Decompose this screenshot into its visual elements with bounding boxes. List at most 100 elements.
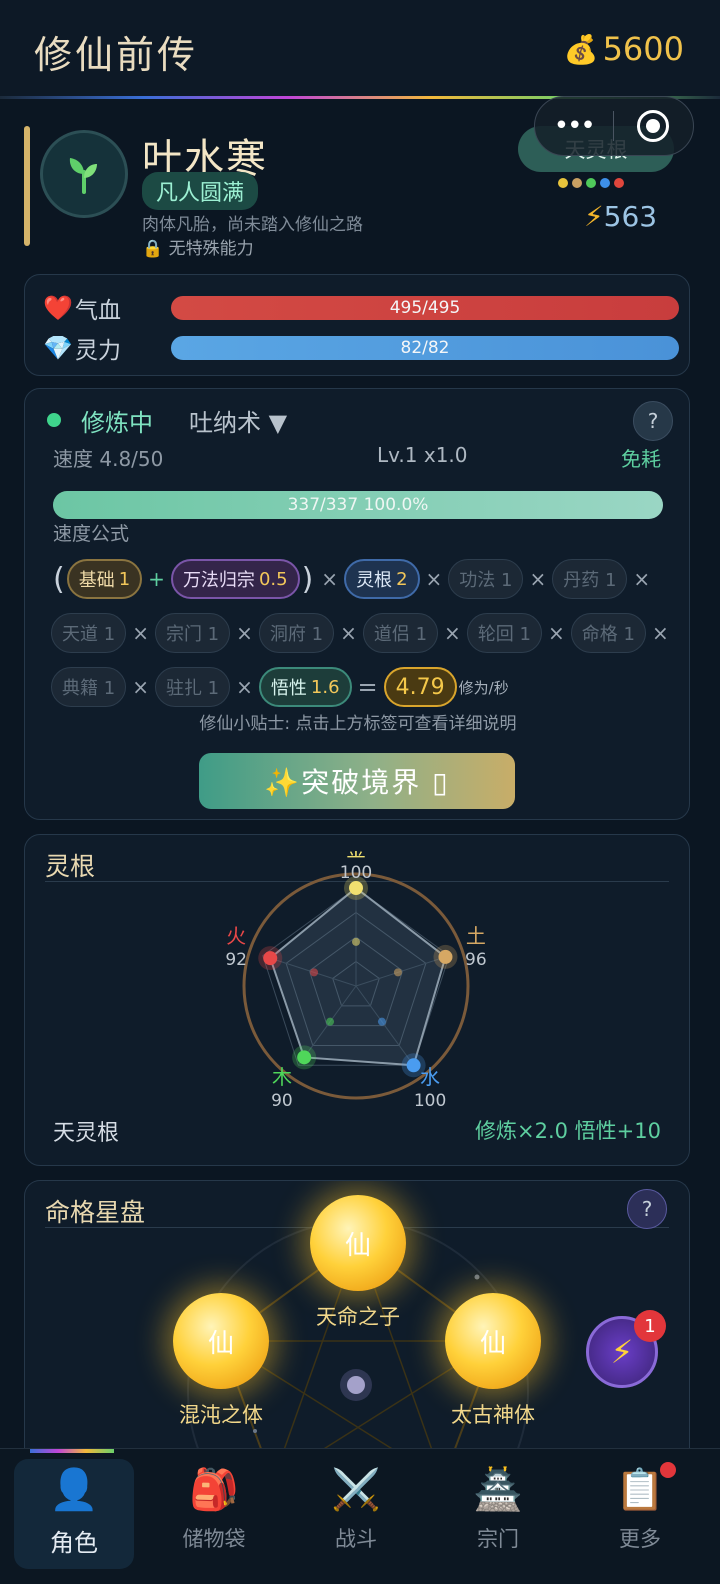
ability-line: 🔒 无特殊能力 xyxy=(142,234,254,259)
times-operator: × xyxy=(321,567,339,591)
avatar[interactable] xyxy=(40,130,128,218)
times-operator: × xyxy=(633,567,651,591)
technique-dropdown[interactable]: 吐纳术 ▼ xyxy=(189,403,287,438)
times-operator: × xyxy=(236,675,253,699)
root-dot-3 xyxy=(600,178,610,188)
chip-lunhui[interactable]: 轮回 1 xyxy=(466,613,542,653)
formula-row-2: 天道 1 × 宗门 1 × 洞府 1 × 道侣 1 × 轮回 1 × 命格 1 … xyxy=(51,613,675,653)
chip-wanfa[interactable]: 万法归宗 0.5 xyxy=(170,559,300,599)
times-operator: × xyxy=(425,567,443,591)
sprout-icon xyxy=(69,158,97,194)
chip-tiandao[interactable]: 天道 1 xyxy=(51,613,127,653)
chip-root-value: 2 xyxy=(396,568,408,590)
lock-icon: 🔒 xyxy=(142,239,164,259)
spirit-root-card: 灵根 金100土96水100木90火92 天灵根 修炼×2.0 悟性+10 xyxy=(24,834,690,1166)
nav-label-more: 更多 xyxy=(619,1527,661,1551)
radar-point-4 xyxy=(263,951,278,966)
cultivation-tip: 修仙小贴士: 点击上方标签可查看详细说明 xyxy=(199,714,517,734)
radar-data-area xyxy=(269,886,447,1067)
castle-icon: 🏯 xyxy=(473,1466,523,1513)
radar-point-3 xyxy=(297,1050,312,1065)
chip-mingge[interactable]: 命格 1 xyxy=(570,613,646,653)
root-color-dots xyxy=(558,178,624,188)
chip-base-label: 基础 xyxy=(78,570,115,591)
chip-wanfa-label: 万法归宗 xyxy=(182,570,255,591)
gold-amount: 5600 xyxy=(602,30,684,68)
chip-base-value: 1 xyxy=(118,568,131,590)
person-icon: 👤 xyxy=(49,1466,99,1513)
radar-inner-dot-4 xyxy=(310,968,319,977)
money-bag-icon: 💰 xyxy=(563,32,599,66)
cultivation-help-button[interactable]: ? xyxy=(633,401,673,441)
more-menu-button[interactable]: ••• xyxy=(535,111,613,141)
breakthrough-button[interactable]: ✨突破境界 ▯ xyxy=(199,753,515,809)
chip-base[interactable]: 基础 1 xyxy=(66,559,143,599)
close-miniprogram-button[interactable] xyxy=(614,110,694,142)
chip-root-label: 灵根 xyxy=(356,570,393,591)
radar-point-1 xyxy=(438,949,453,964)
fate-orb-taigu[interactable]: 仙 xyxy=(445,1293,541,1389)
more-notification-dot xyxy=(660,1462,676,1478)
combat-power: ⚡563 xyxy=(584,200,657,233)
radar-value-3: 90 xyxy=(271,1091,293,1111)
chip-wuxing-value: 1.6 xyxy=(310,676,340,698)
root-dot-2 xyxy=(586,178,596,188)
chip-danyao[interactable]: 丹药 1 xyxy=(552,559,628,599)
hp-bar: 495/495 xyxy=(171,296,679,320)
radar-inner-dot-1 xyxy=(393,968,402,977)
plus-operator: + xyxy=(148,567,165,591)
nav-tab-sect[interactable]: 🏯 宗门 xyxy=(438,1459,558,1569)
nav-active-indicator xyxy=(30,1449,114,1453)
radar-label-2: 水 xyxy=(420,1065,440,1089)
chip-zhuzha[interactable]: 驻扎 1 xyxy=(154,667,231,707)
radar-inner-dot-2 xyxy=(377,1017,386,1026)
vitals-card: ❤️ 气血 495/495 💎 灵力 82/82 xyxy=(24,274,690,376)
technique-level: Lv.1 x1.0 xyxy=(377,443,468,467)
chip-dianji[interactable]: 典籍 1 xyxy=(51,667,127,707)
nav-tab-bag[interactable]: 🎒 储物袋 xyxy=(154,1459,274,1569)
radar-value-1: 96 xyxy=(465,950,487,970)
radar-point-2 xyxy=(406,1058,421,1073)
clipboard-icon: 📋 xyxy=(615,1466,665,1513)
notification-badge: 1 xyxy=(634,1310,666,1342)
status-indicator xyxy=(47,413,61,427)
fate-help-button[interactable]: ? xyxy=(627,1189,667,1229)
miniprogram-capsule: ••• xyxy=(534,96,694,156)
nav-label-character: 角色 xyxy=(50,1529,98,1557)
times-operator: × xyxy=(340,621,357,645)
fate-orb-hundun[interactable]: 仙 xyxy=(173,1293,269,1389)
chip-daolv[interactable]: 道侣 1 xyxy=(362,613,439,653)
radar-label-1: 土 xyxy=(466,924,486,948)
radar-label-4: 火 xyxy=(226,924,246,948)
app-title: 修仙前传 xyxy=(34,33,199,77)
radar-value-0: 100 xyxy=(340,863,372,883)
chip-zongmen[interactable]: 宗门 1 xyxy=(154,613,231,653)
chip-gongfa[interactable]: 功法 1 xyxy=(448,559,524,599)
rate-unit: 修为/秒 xyxy=(458,678,509,697)
chip-dongfu[interactable]: 洞府 1 xyxy=(258,613,335,653)
chip-spirit-root[interactable]: 灵根 2 xyxy=(344,559,420,599)
formula-title: 速度公式 xyxy=(53,523,130,545)
hp-text: 495/495 xyxy=(389,298,461,318)
fate-label-taigu: 太古神体 xyxy=(451,1403,535,1427)
nav-tab-battle[interactable]: ⚔️ 战斗 xyxy=(296,1459,416,1569)
fate-orb-tianming[interactable]: 仙 xyxy=(310,1195,406,1291)
nav-label-battle: 战斗 xyxy=(335,1527,377,1551)
chip-result[interactable]: 4.79 xyxy=(383,667,457,707)
nav-label-bag: 储物袋 xyxy=(182,1527,246,1551)
times-operator: × xyxy=(132,621,149,645)
fate-star-card: 命格星盘 ? 仙 天命之子 仙 混沌之体 仙 太古神体 xyxy=(24,1180,690,1480)
chip-wuxing[interactable]: 悟性 1.6 xyxy=(258,667,352,707)
nav-tab-more[interactable]: 📋 更多 xyxy=(580,1459,700,1569)
profile-description: 肉体凡胎，尚未踏入修仙之路 xyxy=(142,215,363,235)
crossed-swords-icon: ⚔️ xyxy=(331,1466,381,1513)
power-value: 563 xyxy=(603,200,658,233)
cultivation-status: 修炼中 xyxy=(81,409,153,437)
root-dot-0 xyxy=(558,178,568,188)
radar-value-2: 100 xyxy=(414,1091,446,1111)
nav-tab-character[interactable]: 👤 角色 xyxy=(14,1459,134,1569)
hp-label: 气血 xyxy=(75,298,121,324)
chip-wanfa-value: 0.5 xyxy=(258,568,288,590)
times-operator: × xyxy=(444,621,461,645)
lightning-icon: ⚡ xyxy=(584,200,604,233)
